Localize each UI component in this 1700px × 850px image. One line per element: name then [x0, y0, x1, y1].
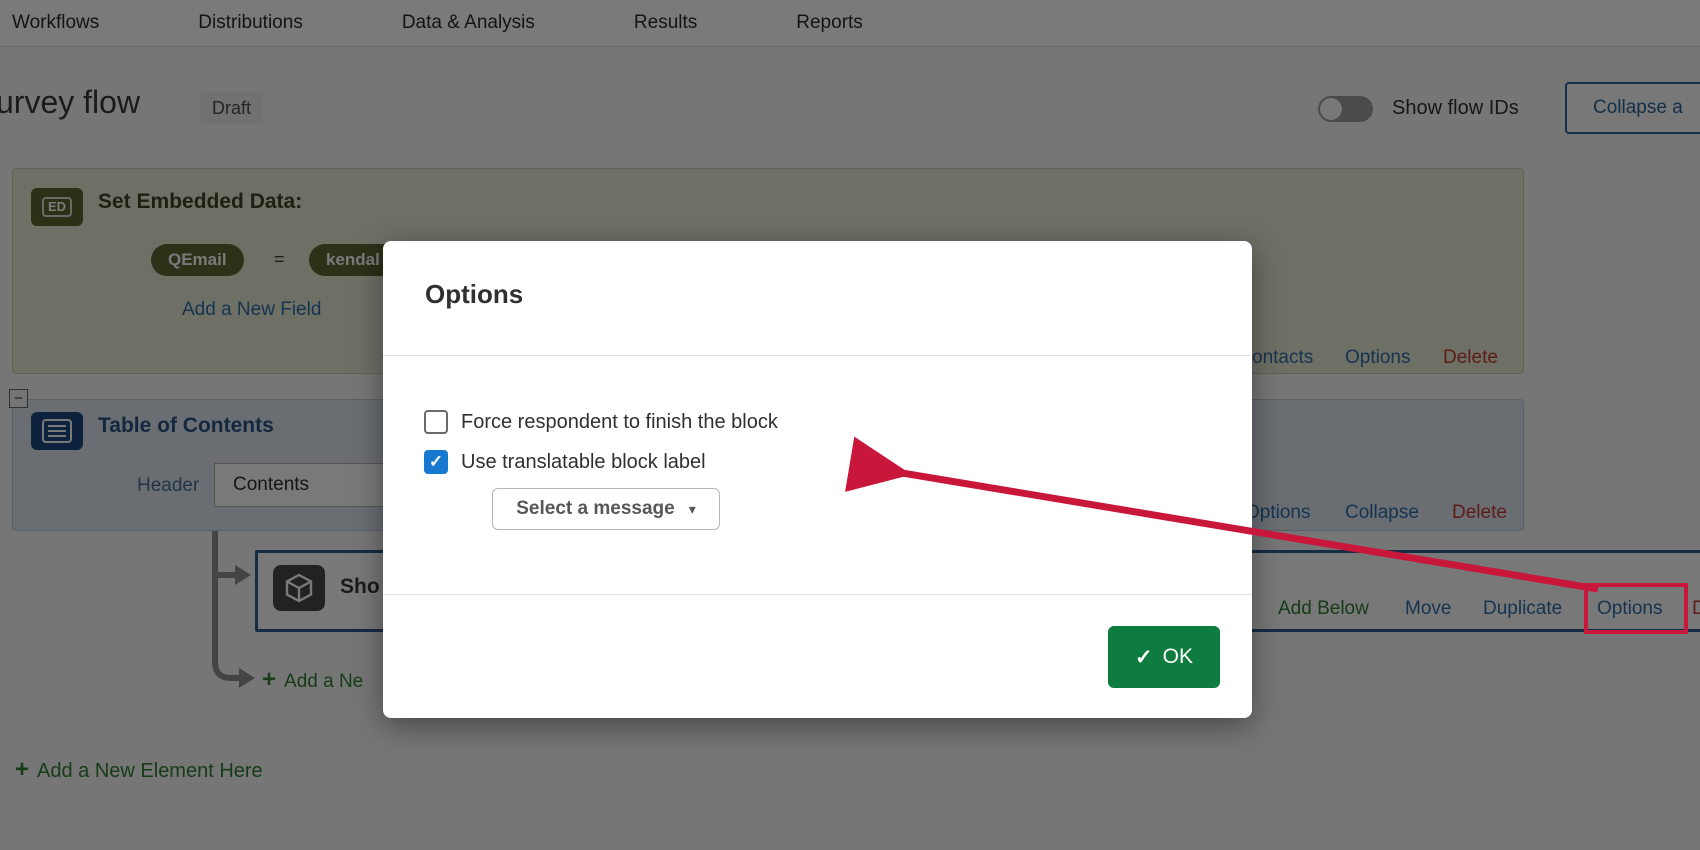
chevron-down-icon: ▾	[688, 500, 696, 517]
check-icon: ✓	[1135, 645, 1153, 669]
translatable-checkbox[interactable]: ✓	[424, 450, 448, 474]
force-finish-label: Force respondent to finish the block	[461, 410, 778, 433]
checkbox-row-translatable: ✓ Use translatable block label	[424, 450, 706, 474]
checkbox-row-force-finish: Force respondent to finish the block	[424, 410, 778, 434]
modal-title: Options	[425, 279, 524, 309]
select-message-button[interactable]: Select a message ▾	[492, 488, 720, 530]
translatable-label: Use translatable block label	[461, 450, 706, 473]
select-message-label: Select a message	[516, 498, 675, 519]
annotation-highlight-box	[1584, 583, 1688, 634]
modal-header-divider	[383, 355, 1252, 356]
ok-button[interactable]: ✓ OK	[1108, 626, 1220, 688]
options-modal: Options Force respondent to finish the b…	[383, 241, 1252, 718]
modal-footer-divider	[383, 594, 1252, 595]
ok-button-label: OK	[1162, 645, 1193, 668]
force-finish-checkbox[interactable]	[424, 410, 448, 434]
